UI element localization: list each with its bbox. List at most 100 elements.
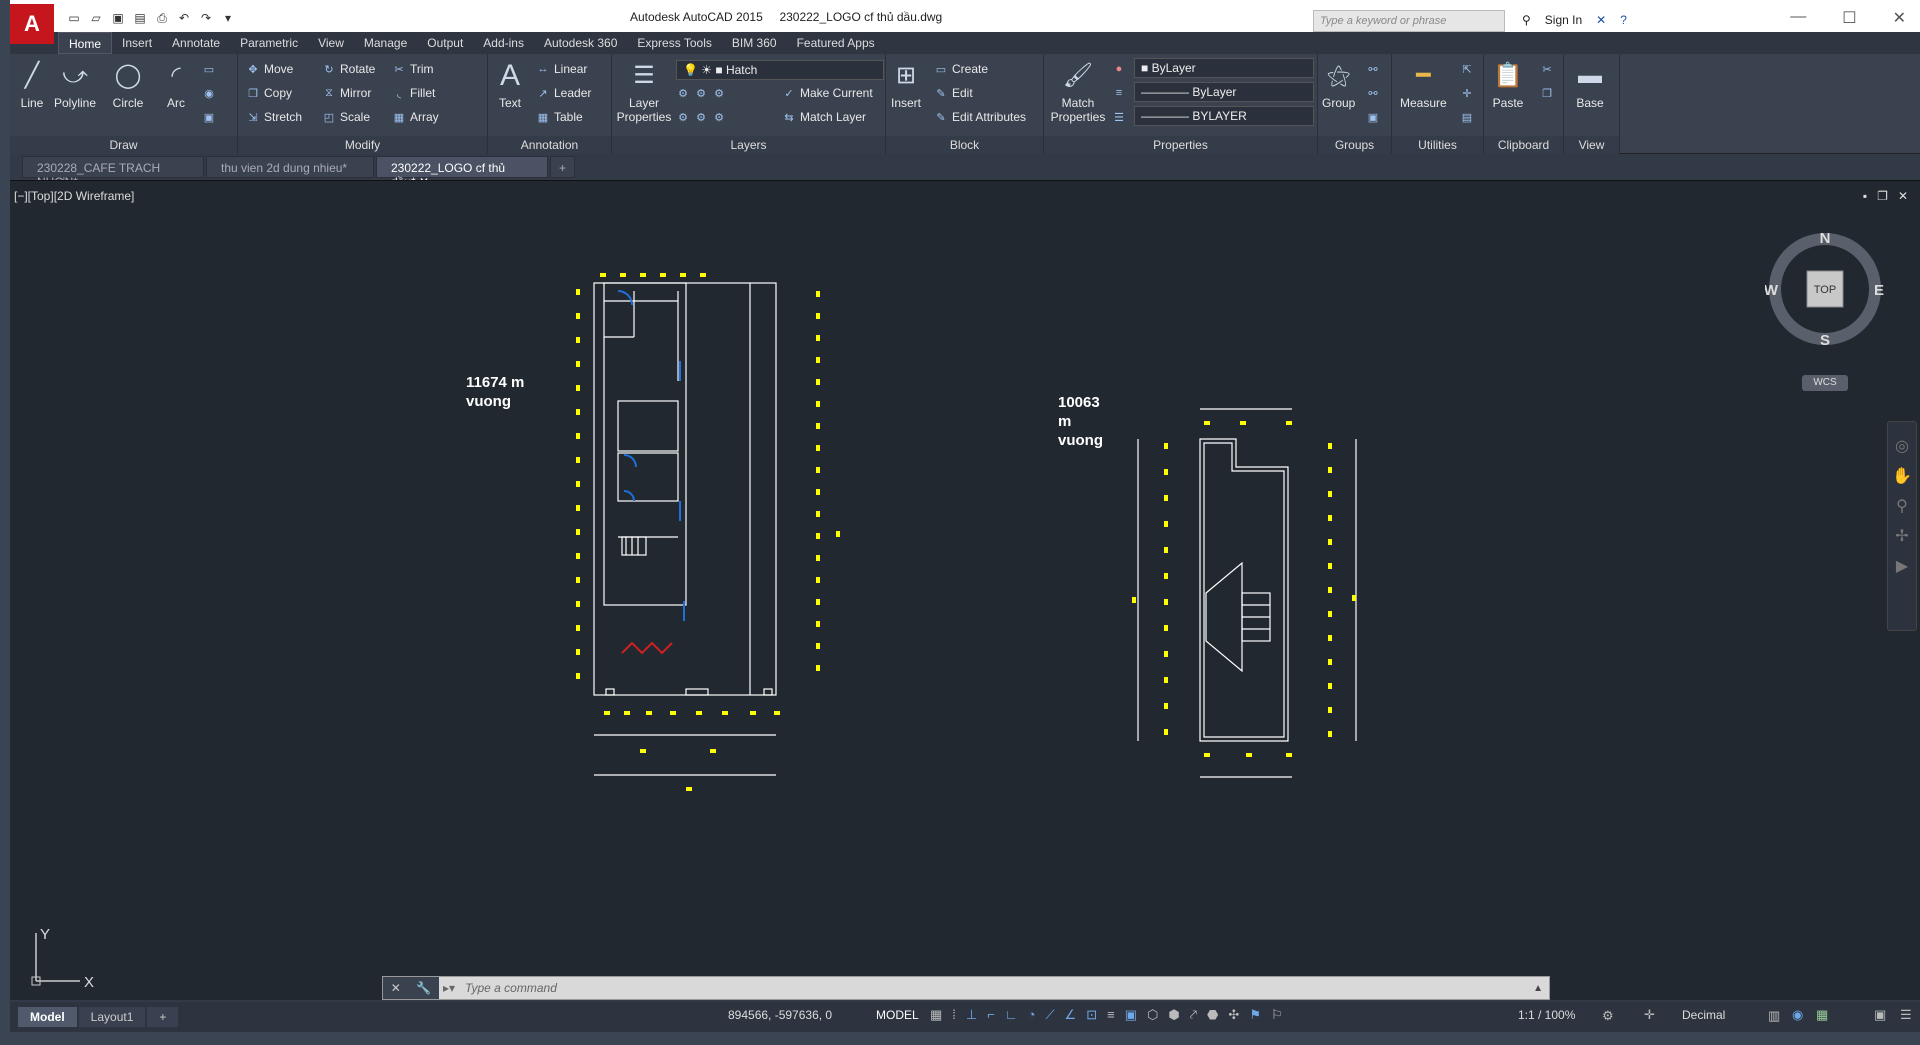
workspace-gear-icon[interactable]: ⚙ xyxy=(1602,1008,1614,1024)
tab-featured-apps[interactable]: Featured Apps xyxy=(787,32,885,54)
color-dropdown[interactable]: ■ ByLayer xyxy=(1134,58,1314,78)
table-button[interactable]: ▦ Table xyxy=(536,108,583,126)
annotation-panel-title[interactable]: Annotation xyxy=(488,136,611,154)
layer-dropdown[interactable]: 💡 ☀ ■ Hatch xyxy=(676,60,884,80)
layout-tab-layout1[interactable]: Layout1 xyxy=(78,1007,146,1027)
tab-annotate[interactable]: Annotate xyxy=(162,32,230,54)
model-space-button[interactable]: MODEL xyxy=(876,1008,919,1022)
doc-tab-logo[interactable]: 230222_LOGO cf thủ dầu* ✕ xyxy=(376,156,548,189)
new-icon[interactable]: ▭ xyxy=(66,10,82,26)
line-button[interactable]: ╱ Line xyxy=(16,60,48,111)
annotation-scale[interactable]: 1:1 / 100% xyxy=(1518,1008,1575,1022)
clipboard-panel-title[interactable]: Clipboard xyxy=(1484,136,1563,154)
quick-select-button[interactable]: ⇱ xyxy=(1460,60,1474,78)
3d-osnap-icon[interactable]: ⬢ xyxy=(1168,1007,1179,1023)
tab-insert[interactable]: Insert xyxy=(112,32,162,54)
drawing-canvas[interactable]: [−][Top][2D Wireframe] ▪ ❐ ✕ 11674 m vuo… xyxy=(10,180,1920,1000)
edit-block-button[interactable]: ✎ Edit xyxy=(934,84,972,102)
ungroup-button[interactable]: ⚯ xyxy=(1366,60,1380,78)
tab-manage[interactable]: Manage xyxy=(354,32,417,54)
scale-button[interactable]: ◰ Scale xyxy=(322,108,370,126)
insert-button[interactable]: ⊞ Insert xyxy=(890,60,922,111)
mirror-button[interactable]: ⧖ Mirror xyxy=(322,84,371,102)
utilities-panel-title[interactable]: Utilities xyxy=(1392,136,1483,154)
units-dropdown[interactable]: Decimal xyxy=(1682,1008,1725,1022)
showmotion-icon[interactable]: ▶ xyxy=(1888,552,1916,582)
properties-panel-title[interactable]: Properties xyxy=(1044,136,1317,154)
circle-button[interactable]: ◯ Circle xyxy=(112,60,144,111)
move-button[interactable]: ✥ Move xyxy=(246,60,293,78)
command-history-icon[interactable]: ▲ xyxy=(1533,983,1549,994)
group-select-button[interactable]: ▣ xyxy=(1366,108,1380,126)
layers-panel-title[interactable]: Layers xyxy=(612,136,885,154)
draw-panel-title[interactable]: Draw xyxy=(10,136,237,154)
leader-button[interactable]: ↗ Leader xyxy=(536,84,591,102)
help-icon[interactable]: ? xyxy=(1620,13,1627,27)
stretch-button[interactable]: ⇲ Stretch xyxy=(246,108,302,126)
dynamic-input-icon[interactable]: ⌐ xyxy=(987,1007,995,1023)
rectangle-button[interactable]: ▭ xyxy=(202,60,216,78)
grid-icon[interactable]: ▦ xyxy=(930,1007,942,1023)
view-panel-title[interactable]: View xyxy=(1564,136,1619,154)
create-block-button[interactable]: ▭ Create xyxy=(934,60,988,78)
compass-north[interactable]: N xyxy=(1820,230,1831,247)
steering-wheel-icon[interactable]: ◎ xyxy=(1888,432,1916,462)
id-point-button[interactable]: ✛ xyxy=(1460,84,1474,102)
viewcube[interactable]: TOP N S E W xyxy=(1765,229,1885,349)
layout-tab-model[interactable]: Model xyxy=(18,1007,77,1027)
app-menu-button[interactable]: A xyxy=(10,4,54,44)
coordinates-readout[interactable]: 894566, -597636, 0 xyxy=(728,1008,832,1022)
redo-icon[interactable]: ↷ xyxy=(198,10,214,26)
dynamic-ucs-icon[interactable]: ⤤ xyxy=(1190,1007,1197,1023)
groups-panel-title[interactable]: Groups xyxy=(1318,136,1391,154)
rotate-button[interactable]: ↻ Rotate xyxy=(322,60,375,78)
cut-button[interactable]: ✂ xyxy=(1540,60,1554,78)
hatch-button[interactable]: ◉ xyxy=(202,84,216,102)
object-snap-icon[interactable]: ⊡ xyxy=(1086,1007,1097,1023)
clean-screen-icon[interactable]: ▣ xyxy=(1874,1007,1886,1023)
copy-clip-button[interactable]: ❐ xyxy=(1540,84,1554,102)
object-snap-tracking-icon[interactable]: ∠ xyxy=(1065,1007,1077,1023)
text-button[interactable]: A Text xyxy=(494,60,526,111)
tab-autodesk-360[interactable]: Autodesk 360 xyxy=(534,32,627,54)
open-icon[interactable]: ▱ xyxy=(88,10,104,26)
command-input[interactable]: Type a command xyxy=(455,981,1533,995)
match-layer-button[interactable]: ⇆ Match Layer xyxy=(782,108,866,126)
tab-view[interactable]: View xyxy=(308,32,354,54)
gizmo-icon[interactable]: ✣ xyxy=(1228,1007,1239,1023)
hardware-acceleration-icon[interactable]: ▦ xyxy=(1816,1007,1828,1023)
compass-west[interactable]: W xyxy=(1765,282,1779,299)
command-close-icon[interactable]: ✕ xyxy=(391,981,401,995)
group-edit-button[interactable]: ⚯ xyxy=(1366,84,1380,102)
layer-tools-row2[interactable]: ⚙ ⚙ ⚙ xyxy=(676,108,726,126)
minimize-icon[interactable]: — xyxy=(1790,8,1806,28)
boundary-button[interactable]: ▣ xyxy=(202,108,216,126)
command-prompt-icon[interactable]: ▸▾ xyxy=(439,981,455,995)
selection-cycling-icon[interactable]: ⬡ xyxy=(1147,1007,1158,1023)
tab-output[interactable]: Output xyxy=(417,32,473,54)
auto-scale-icon[interactable]: ⚐ xyxy=(1271,1007,1283,1023)
compass-south[interactable]: S xyxy=(1820,332,1830,349)
polyline-button[interactable]: ⤻ Polyline xyxy=(54,60,96,111)
linetype-dropdown[interactable]: ———— ByLayer xyxy=(1134,82,1314,102)
tab-express-tools[interactable]: Express Tools xyxy=(627,32,721,54)
lineweight-dropdown[interactable]: ———— BYLAYER xyxy=(1134,106,1314,126)
arc-button[interactable]: ◜ Arc xyxy=(160,60,192,111)
ortho-icon[interactable]: ∟ xyxy=(1005,1007,1018,1023)
make-current-button[interactable]: ✓ Make Current xyxy=(782,84,872,102)
array-button[interactable]: ▦ Array xyxy=(392,108,439,126)
search-input[interactable]: Type a keyword or phrase xyxy=(1313,10,1505,32)
tab-add-ins[interactable]: Add-ins xyxy=(473,32,534,54)
polar-icon[interactable]: ◔ xyxy=(1028,1007,1036,1023)
qat-dropdown-icon[interactable]: ▾ xyxy=(220,10,236,26)
match-properties-button[interactable]: 🖌 Match Properties xyxy=(1050,60,1106,125)
save-icon[interactable]: ▣ xyxy=(110,10,126,26)
annotation-monitor-icon[interactable]: ✛ xyxy=(1644,1007,1655,1023)
isodraft-icon[interactable]: ⟋ xyxy=(1045,1007,1054,1023)
wcs-menu[interactable]: WCS xyxy=(1802,375,1848,391)
base-button[interactable]: ▬ Base xyxy=(1574,60,1606,111)
customization-icon[interactable]: ☰ xyxy=(1900,1007,1912,1023)
binoculars-icon[interactable]: ⚲ xyxy=(1522,13,1531,27)
command-customize-icon[interactable]: 🔧 xyxy=(416,981,431,995)
zoom-icon[interactable]: ⚲ xyxy=(1888,492,1916,522)
